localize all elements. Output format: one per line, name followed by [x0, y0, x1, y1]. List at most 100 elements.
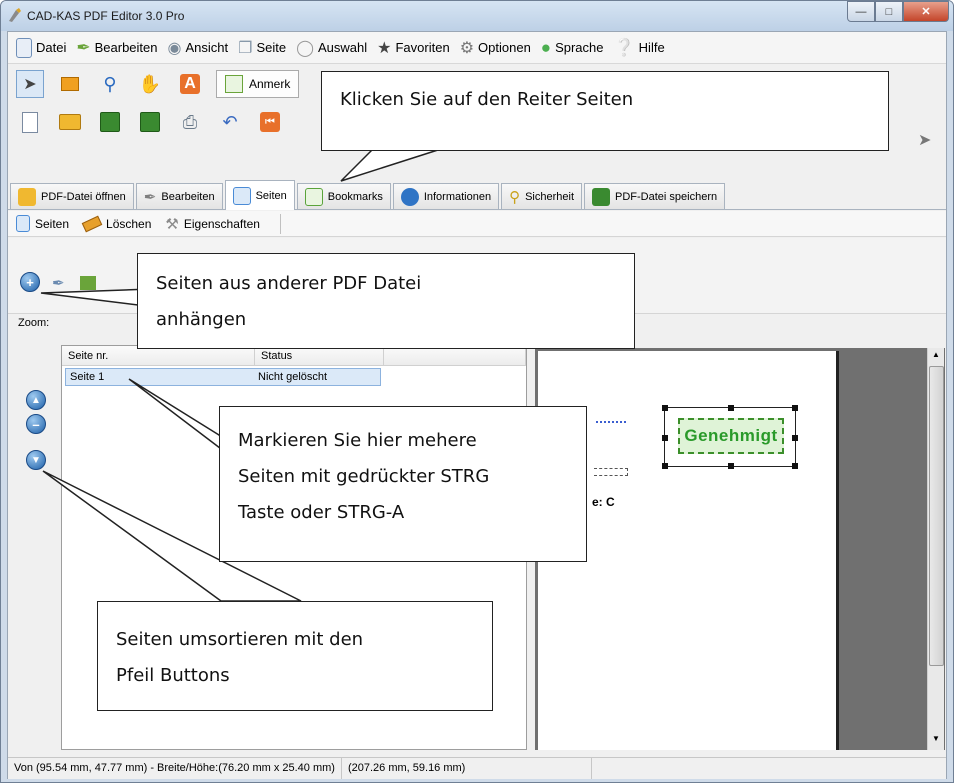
column-header-page-nr[interactable]: Seite nr. — [62, 346, 255, 366]
cell-page: Seite 1 — [70, 371, 105, 383]
eraser-icon — [81, 215, 103, 232]
tools-icon: ⚒ — [165, 215, 179, 233]
resize-handle[interactable] — [792, 463, 798, 469]
menu-label: Ansicht — [185, 40, 229, 55]
column-header-status[interactable]: Status — [255, 346, 384, 366]
resize-handle[interactable] — [662, 463, 668, 469]
wrench-icon: ⚙ — [459, 39, 475, 57]
brush-icon[interactable]: ✒ — [52, 274, 65, 292]
menu-optionen[interactable]: ⚙ Optionen — [460, 38, 531, 58]
page-preview[interactable]: e: C Genehmigt — [535, 348, 945, 750]
pages-icon — [232, 186, 251, 205]
menu-label: Sprache — [555, 40, 604, 55]
text-tool-button[interactable]: A — [176, 70, 204, 98]
resize-handle[interactable] — [662, 405, 668, 411]
tab-pdf-speichern[interactable]: PDF-Datei speichern — [584, 183, 726, 209]
annotation-dropdown[interactable]: Anmerk — [216, 70, 300, 98]
move-down-button[interactable]: ▼ — [26, 450, 46, 470]
chevron-up-icon[interactable]: ▲ — [932, 350, 940, 359]
status-cursor-position: (207.26 mm, 59.16 mm) — [342, 758, 592, 779]
pages-menu-button[interactable]: Seiten — [16, 215, 69, 232]
rectangle-select-icon — [61, 77, 79, 91]
window-title: CAD-KAS PDF Editor 3.0 Pro — [27, 9, 185, 23]
undo-button[interactable]: ↶ — [216, 108, 244, 136]
pointer-tool-button[interactable]: ➤ — [16, 70, 44, 98]
save-as-icon — [140, 112, 160, 132]
zoom-tool-button[interactable]: ⚲ — [96, 70, 124, 98]
new-document-icon — [22, 111, 38, 133]
scrollbar-thumb[interactable] — [929, 366, 944, 666]
info-icon — [400, 187, 419, 206]
table-row[interactable]: Seite 1 Nicht gelöscht — [65, 368, 381, 386]
maximize-icon: □ — [885, 5, 893, 18]
close-button[interactable]: ✕ — [903, 1, 949, 22]
minimize-button[interactable]: — — [847, 1, 875, 22]
menu-auswahl[interactable]: ◯ Auswahl — [296, 38, 367, 58]
tab-seiten[interactable]: Seiten — [224, 180, 295, 210]
menu-favoriten[interactable]: ★ Favoriten — [377, 38, 450, 58]
resize-handle[interactable] — [792, 405, 798, 411]
page-icon: ❐ — [238, 39, 253, 57]
callout-select-line1: Markieren Sie hier mehere — [238, 430, 477, 451]
save-button[interactable] — [96, 108, 124, 136]
chevron-down-icon[interactable]: ▼ — [932, 734, 940, 743]
folder-open-icon — [59, 114, 81, 130]
rectangle-tool-button[interactable] — [56, 70, 84, 98]
menu-label: Bearbeiten — [94, 40, 158, 55]
maximize-button[interactable]: □ — [875, 1, 903, 22]
magnifier-icon: ⚲ — [103, 73, 117, 94]
printer-icon: ⎙ — [182, 111, 198, 132]
move-up-button[interactable]: ▲ — [26, 390, 46, 410]
toolbar-separator — [279, 213, 281, 234]
tab-sicherheit[interactable]: ⚲ Sicherheit — [501, 183, 583, 209]
append-pages-button[interactable]: + — [20, 272, 40, 292]
hand-tool-button[interactable]: ✋ — [136, 70, 164, 98]
callout-sort-line1: Seiten umsortieren mit den — [116, 629, 364, 650]
open-file-button[interactable] — [56, 108, 84, 136]
annotation-label: Anmerk — [249, 77, 291, 91]
tab-label: Informationen — [423, 190, 492, 203]
menu-datei[interactable]: Datei — [16, 37, 66, 58]
document-icon — [16, 37, 32, 58]
green-page-icon[interactable] — [80, 276, 96, 290]
save-as-button[interactable] — [136, 108, 164, 136]
first-page-button[interactable]: ⏮ — [256, 108, 284, 136]
remove-button[interactable]: – — [26, 414, 46, 434]
properties-button[interactable]: ⚒ Eigenschaften — [165, 215, 260, 233]
preview-scrollbar[interactable]: ▲ ▼ — [927, 348, 944, 750]
callout-select-line3: Taste oder STRG-A — [238, 502, 405, 523]
menu-hilfe[interactable]: ❔ Hilfe — [614, 38, 665, 58]
delete-button[interactable]: Löschen — [81, 215, 151, 232]
new-file-button[interactable] — [16, 108, 44, 136]
tab-pdf-oeffnen[interactable]: PDF-Datei öffnen — [10, 183, 134, 209]
folder-open-icon — [18, 187, 36, 206]
menu-ansicht[interactable]: ◉ Ansicht — [168, 38, 229, 58]
tab-label: PDF-Datei speichern — [615, 190, 718, 203]
title-bar: CAD-KAS PDF Editor 3.0 Pro — □ ✕ — [1, 1, 953, 31]
resize-handle[interactable] — [792, 435, 798, 441]
text-a-icon: A — [180, 74, 200, 94]
tab-bookmarks[interactable]: Bookmarks — [296, 183, 391, 209]
pages-label: Seiten — [35, 216, 70, 231]
tab-label: Bearbeiten — [161, 190, 215, 203]
cursor-arrow-icon[interactable]: ➤ — [918, 130, 931, 150]
resize-handle[interactable] — [728, 463, 734, 469]
resize-handle[interactable] — [662, 435, 668, 441]
status-empty — [592, 758, 822, 779]
tab-label: Sicherheit — [525, 190, 575, 203]
menu-bearbeiten[interactable]: ✒ Bearbeiten — [76, 38, 157, 58]
plus-icon: + — [26, 274, 34, 290]
menu-seite[interactable]: ❐ Seite — [238, 38, 286, 58]
approval-stamp-annotation[interactable]: Genehmigt — [662, 405, 798, 469]
save-icon — [100, 112, 120, 132]
resize-handle[interactable] — [728, 405, 734, 411]
arrow-up-icon: ▲ — [31, 394, 41, 406]
callout-append-line2: anhängen — [156, 309, 247, 330]
print-button[interactable]: ⎙ — [176, 108, 204, 136]
tab-bearbeiten[interactable]: ✒ Bearbeiten — [135, 183, 223, 209]
menu-sprache[interactable]: ● Sprache — [541, 38, 604, 58]
callout-append-hint: Seiten aus anderer PDF Datei anhängen — [137, 253, 635, 349]
status-bar: Von (95.54 mm, 47.77 mm) - Breite/Höhe:(… — [8, 757, 946, 779]
app-window: CAD-KAS PDF Editor 3.0 Pro — □ ✕ Datei ✒… — [0, 0, 954, 783]
tab-informationen[interactable]: Informationen — [392, 183, 500, 209]
